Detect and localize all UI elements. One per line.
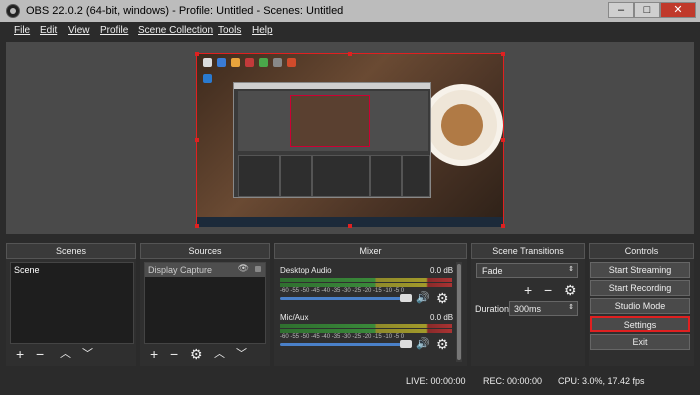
cpu-fps: CPU: 3.0%, 17.42 fps [558,376,645,386]
desktop-audio-scale: -60 -55 -50 -45 -40 -35 -30 -25 -20 -15 … [280,288,405,294]
start-recording-button[interactable]: Start Recording [590,280,690,296]
transition-select[interactable]: Fade ⇕ [476,263,578,278]
desktop-audio-volume-knob[interactable] [400,294,412,302]
source-properties-gear-icon[interactable]: ⚙ [190,347,203,361]
mic-aux-volume-slider[interactable] [280,343,412,346]
source-item[interactable]: Display Capture 👁 [145,263,265,277]
close-button[interactable]: ✕ [660,2,696,18]
duration-spinbox[interactable]: 300ms ⇕ [509,301,578,316]
remove-source-button[interactable]: − [170,347,178,361]
remove-scene-button[interactable]: − [36,347,44,361]
move-scene-up-button[interactable]: ︿ [60,347,71,361]
menu-bar: File Edit View Profile Scene Collection … [0,22,700,40]
desktop-icon [287,58,296,67]
rec-time: REC: 00:00:00 [483,376,543,386]
latte-art-image [441,104,483,146]
start-streaming-button[interactable]: Start Streaming [590,262,690,278]
move-source-up-button[interactable]: ︿ [214,347,225,361]
menu-help[interactable]: Help [252,25,273,36]
menu-view[interactable]: View [68,25,90,36]
desktop-icon [203,58,212,67]
desktop-icon [245,58,254,67]
menu-profile[interactable]: Profile [100,25,128,36]
controls-dock-title: Controls [589,243,694,259]
live-time: LIVE: 00:00:00 [406,376,466,386]
duration-label: Duration [475,304,510,314]
mic-aux-meter [280,329,452,333]
spin-arrows-icon[interactable]: ⇕ [568,303,574,311]
sources-list[interactable]: Display Capture 👁 [144,262,266,344]
window-title: OBS 22.0.2 (64-bit, windows) - Profile: … [26,5,344,17]
mic-aux-scale: -60 -55 -50 -45 -40 -35 -30 -25 -20 -15 … [280,334,405,340]
add-scene-button[interactable]: + [16,347,24,361]
mic-aux-level: 0.0 dB [430,313,454,322]
add-transition-button[interactable]: + [524,283,532,297]
scenes-list[interactable]: Scene [10,262,134,344]
desktop-audio-meter [280,278,452,282]
mic-aux-label: Mic/Aux [280,313,309,322]
menu-edit[interactable]: Edit [40,25,57,36]
mixer-dock-title: Mixer [274,243,467,259]
mic-aux-volume-knob[interactable] [400,340,412,348]
minimize-button[interactable]: – [608,2,634,18]
mic-aux-gear-icon[interactable]: ⚙ [436,337,449,351]
desktop-audio-volume-slider[interactable] [280,297,412,300]
desktop-icon [273,58,282,67]
add-source-button[interactable]: + [150,347,158,361]
nested-obs-window [233,82,431,198]
desktop-icon [231,58,240,67]
desktop-icon [203,74,212,83]
transition-properties-gear-icon[interactable]: ⚙ [564,283,577,297]
desktop-audio-meter [280,283,452,287]
desktop-icon [259,58,268,67]
desktop-audio-gear-icon[interactable]: ⚙ [436,291,449,305]
move-scene-down-button[interactable]: ﹀ [82,347,93,361]
lock-icon[interactable] [255,266,261,272]
visibility-eye-icon[interactable]: 👁 [238,263,249,274]
mic-aux-speaker-icon[interactable]: 🔊 [416,337,430,351]
studio-mode-button[interactable]: Studio Mode [590,298,690,314]
remove-transition-button[interactable]: − [544,283,552,297]
desktop-audio-label: Desktop Audio [280,266,332,275]
mixer-scrollbar[interactable] [456,262,462,362]
maximize-button[interactable]: □ [634,2,660,18]
obs-logo-icon [6,4,20,18]
transitions-dock-title: Scene Transitions [471,243,585,259]
scene-item[interactable]: Scene [11,263,133,277]
desktop-icon [217,58,226,67]
status-bar: LIVE: 00:00:00 REC: 00:00:00 CPU: 3.0%, … [0,368,700,395]
menu-tools[interactable]: Tools [218,25,241,36]
mic-aux-meter [280,324,452,328]
chevron-updown-icon: ⇕ [568,266,574,273]
sources-dock-title: Sources [140,243,270,259]
duration-value: 300ms [514,304,542,314]
title-bar: OBS 22.0.2 (64-bit, windows) - Profile: … [0,0,700,22]
scenes-dock-title: Scenes [6,243,136,259]
display-capture-preview[interactable] [195,52,505,228]
exit-button[interactable]: Exit [590,334,690,350]
transition-select-value: Fade [482,266,503,276]
move-source-down-button[interactable]: ﹀ [236,347,247,361]
menu-file[interactable]: File [14,25,30,36]
desktop-audio-level: 0.0 dB [430,266,454,275]
settings-button[interactable]: Settings [590,316,690,332]
menu-scene-collection[interactable]: Scene Collection [138,25,213,36]
desktop-audio-speaker-icon[interactable]: 🔊 [416,291,430,305]
source-item-label: Display Capture [148,265,213,275]
